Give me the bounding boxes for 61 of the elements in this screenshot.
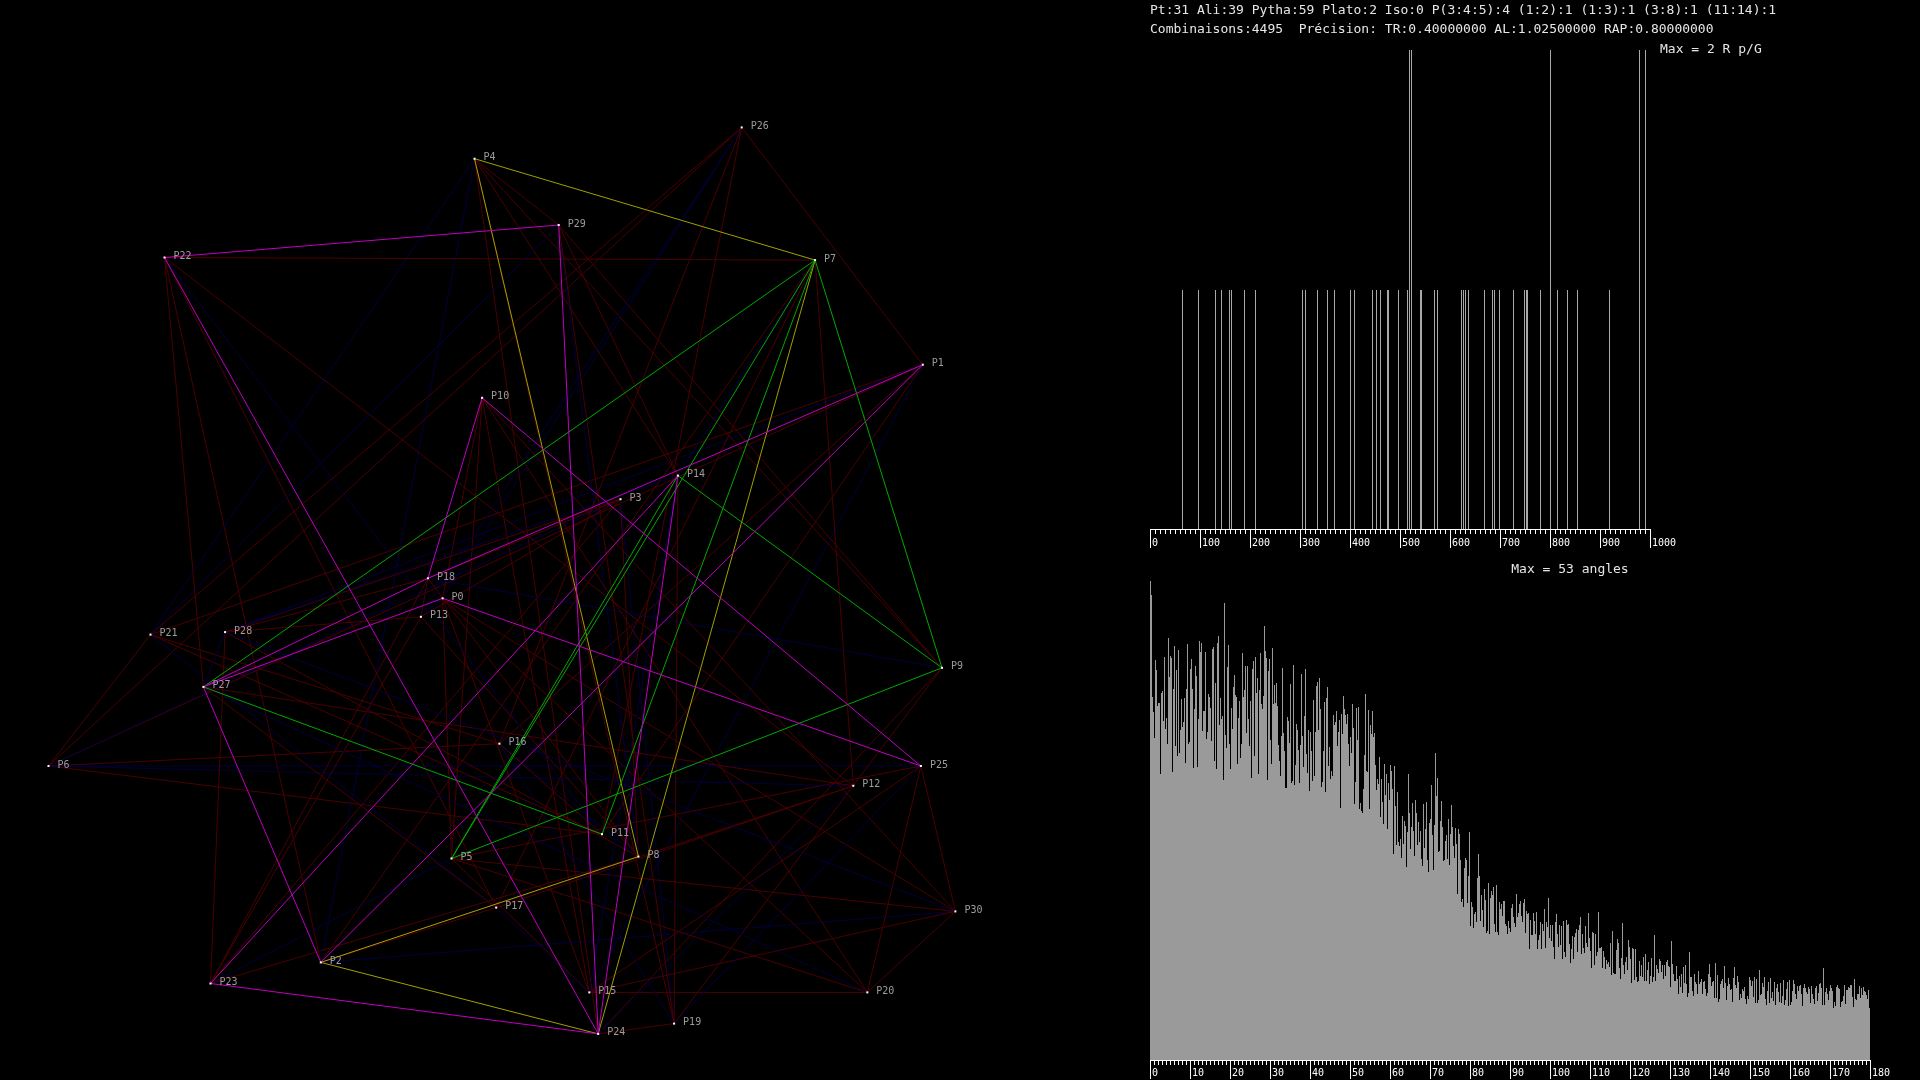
point-label: P4 [483,151,496,163]
axis-tick-label: 160 [1792,1066,1811,1078]
point-label: P27 [212,679,231,691]
stats-line: Pt:31 Ali:39 Pytha:59 Plato:2 Iso:0 P(3:4:5):4 (1:2):1 (1:3):1 (3:8):1 (11:14):1 [1150,1,1777,19]
axis-tick-label: 50 [1352,1066,1365,1078]
point-label: P24 [607,1026,626,1038]
point-label: P9 [951,660,964,672]
axis-tick-label: 110 [1592,1066,1611,1078]
point-label: P5 [460,851,473,862]
point-label: P25 [929,758,948,770]
chart-title: Max = 53 angles [1511,560,1629,576]
axis-tick-label: 60 [1392,1066,1405,1078]
axis-tick-label: 30 [1272,1066,1285,1078]
axis-tick-label: 70 [1432,1066,1445,1078]
axis-tick-label: 80 [1472,1066,1485,1078]
axis-tick-label: 120 [1632,1066,1651,1078]
point-label: P23 [219,976,238,987]
point-label: P7 [824,252,837,264]
point-label: P2 [329,954,342,966]
point-label: P0 [451,590,464,602]
point-label: P6 [57,758,70,770]
point-label: P10 [491,390,510,402]
axis-tick-label: 800 [1552,536,1571,548]
axis-tick-label: 100 [1552,1066,1571,1078]
axis-tick-label: 0 [1152,1066,1159,1078]
point-label: P21 [159,627,178,639]
axis-tick-label: 600 [1452,536,1471,548]
axis-tick-label: 150 [1752,1066,1771,1078]
axis-tick-label: 700 [1502,536,1521,548]
point-label: P30 [964,903,983,915]
axis-tick-label: 300 [1302,536,1321,548]
point-label: P1 [931,357,944,369]
point-label: P14 [686,468,705,480]
axis-tick-label: 140 [1712,1066,1731,1078]
axis-tick-label: 0 [1152,536,1159,548]
axis-tick-label: 130 [1672,1066,1691,1078]
axis-tick-label: 170 [1832,1066,1851,1078]
point-label: P8 [647,849,660,861]
point-label: P28 [234,624,253,636]
axis-tick-label: 400 [1352,536,1371,548]
chart-title: Max = 2 R p/G [1660,40,1762,56]
point-label: P17 [505,900,524,912]
point-label: P29 [567,217,586,229]
axis-tick-label: 100 [1202,536,1221,548]
axis-tick-label: 40 [1312,1066,1325,1078]
point-label: P20 [876,984,895,996]
axis-tick-label: 10 [1192,1066,1205,1078]
point-label: P12 [862,778,881,790]
point-label: P13 [429,609,448,621]
axis-tick-label: 1000 [1652,536,1677,548]
axis-tick-label: 180 [1872,1066,1891,1078]
axis-tick-label: 500 [1402,536,1421,548]
point-label: P26 [750,119,769,131]
axis-tick-label: 200 [1252,536,1271,548]
axis-tick-label: 900 [1602,536,1621,548]
point-label: P19 [683,1016,702,1028]
axis-tick-label: 90 [1512,1066,1525,1078]
point-label: P18 [436,570,455,582]
axis-tick-label: 20 [1232,1066,1245,1078]
point-label: P3 [629,491,642,503]
precision-line: Combinaisons:4495 Précision: TR:0.40000000 AL:1.02500000 RAP:0.80000000 [1150,20,1714,38]
